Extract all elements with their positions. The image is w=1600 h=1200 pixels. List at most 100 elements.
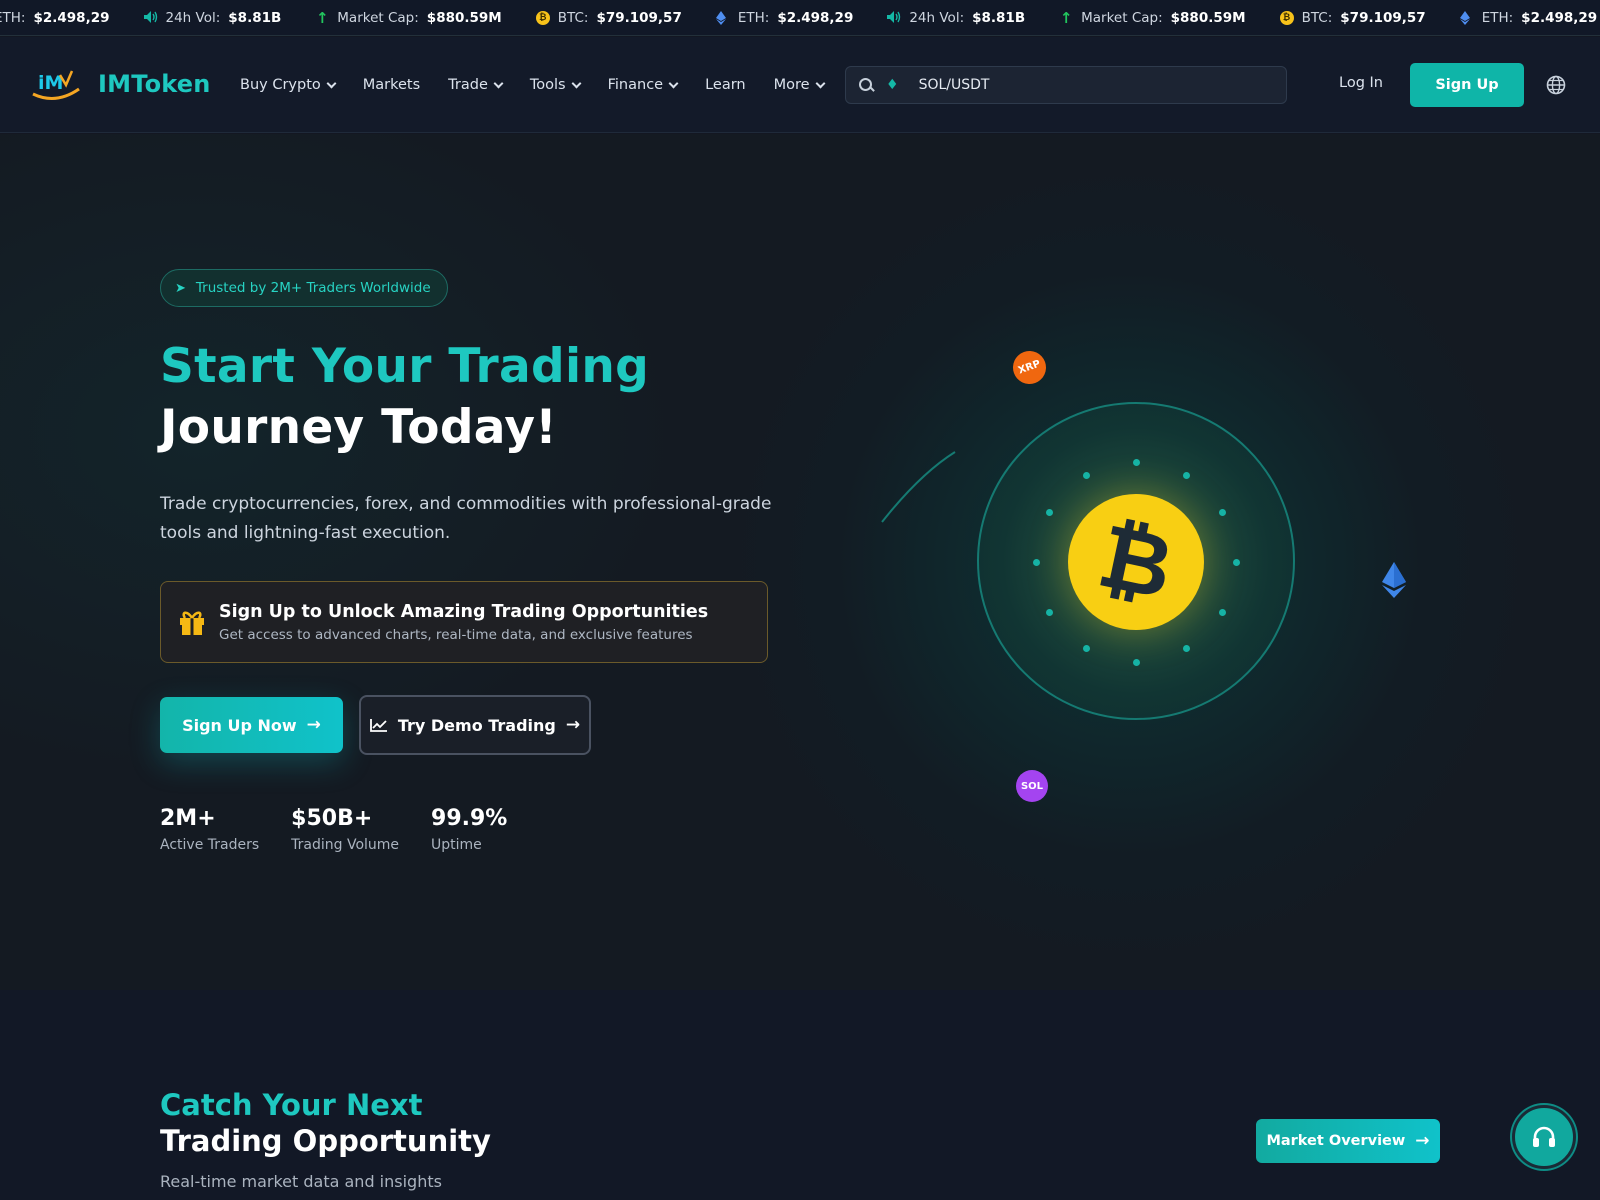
arrow-right-icon: → — [306, 715, 321, 735]
top-navbar: iM IMToken Buy Crypto Markets Trade Tools Fi… — [0, 37, 1600, 133]
stat-value: $50B+ — [291, 806, 373, 831]
nav-item-trade[interactable]: Trade — [448, 77, 504, 93]
nav-item-label: Markets — [362, 77, 421, 93]
volume-icon — [887, 11, 901, 25]
signup-promo-card[interactable]: Sign Up to Unlock Amazing Trading Opport… — [160, 581, 768, 663]
price-ticker: ETH: $2.498,29 24h Vol: $8.81B ↑ Market Cap: $… — [0, 0, 1600, 36]
stat-value: 2M+ — [160, 806, 216, 831]
support-chat-button[interactable] — [1512, 1105, 1576, 1169]
orbit-dot — [1045, 608, 1053, 616]
eth-icon — [1459, 11, 1474, 25]
arrow-right-icon: → — [1415, 1131, 1430, 1151]
nav-item-finance[interactable]: Finance — [608, 77, 679, 93]
ticker-item: ETH: $2.498,29 — [715, 10, 854, 26]
hero-title-line2: Journey Today! — [160, 400, 558, 455]
ticker-track: ETH: $2.498,29 24h Vol: $8.81B ↑ Market Cap: $… — [0, 0, 1600, 35]
sol-coin-label: SOL — [1020, 780, 1044, 792]
arrow-right-icon: → — [565, 715, 581, 735]
bitcoin-symbol: ₿ — [1090, 503, 1182, 620]
hero-stats: 2M+ Active Traders $50B+ Trading Volume … — [160, 806, 539, 853]
ticker-item: ₿ BTC: $79.109,57 — [1279, 10, 1426, 26]
section-title-line1: Catch Your Next — [160, 1088, 423, 1122]
trust-badge: ➤ Trusted by 2M+ Traders Worldwide — [160, 269, 448, 307]
nav-item-tools[interactable]: Tools — [529, 77, 582, 93]
orbit-dot — [1082, 645, 1090, 653]
globe-icon[interactable] — [1546, 75, 1566, 95]
sol-coin-icon: SOL — [1016, 770, 1048, 802]
ticker-item: ↑ Market Cap: $880.59M — [1059, 10, 1246, 26]
nav-item-label: Tools — [529, 77, 566, 93]
demo-trading-label: Try Demo Trading — [397, 715, 556, 735]
ethereum-icon — [1382, 562, 1406, 598]
section-title-line2: Trading Opportunity — [160, 1124, 491, 1158]
brand-logo[interactable]: iM IMToken — [30, 67, 211, 101]
ticker-value: $8.81B — [972, 10, 1026, 26]
orbit-dot — [1182, 471, 1190, 479]
brand-name: IMToken — [98, 70, 211, 98]
nav-item-markets[interactable]: Markets — [363, 77, 420, 93]
market-overview-button[interactable]: Market Overview → — [1256, 1119, 1440, 1163]
orbit-dot — [1032, 558, 1040, 566]
nav-item-buy-crypto[interactable]: Buy Crypto — [240, 77, 337, 93]
search-icon — [858, 77, 874, 93]
orbit-dot — [1132, 658, 1140, 666]
ticker-value: $2.498,29 — [777, 10, 854, 26]
signup-button[interactable]: Sign Up — [1410, 63, 1524, 107]
login-link[interactable]: Log In — [1339, 75, 1383, 91]
volume-icon — [143, 11, 158, 25]
ticker-value: $880.59M — [1170, 10, 1246, 26]
stat-label: Trading Volume — [291, 837, 400, 853]
section-subtitle: Real-time market data and insights — [160, 1172, 442, 1191]
gift-icon — [180, 611, 204, 635]
nav-item-learn[interactable]: Learn — [705, 77, 746, 93]
search-input[interactable] — [918, 77, 1259, 93]
ticker-label: BTC: — [1301, 10, 1333, 26]
ticker-item: 24h Vol: $8.81B — [887, 10, 1025, 26]
ticker-label: Market Cap: — [1081, 10, 1163, 26]
nav-item-label: Buy Crypto — [240, 77, 321, 93]
ticker-label: ETH: — [737, 10, 770, 26]
opportunity-section: Catch Your Next Trading Opportunity Real… — [0, 990, 1600, 1200]
ticker-item: 24h Vol: $8.81B — [143, 10, 281, 26]
nav-item-more[interactable]: More — [773, 77, 826, 93]
demo-trading-button[interactable]: Try Demo Trading → — [359, 695, 591, 755]
market-overview-label: Market Overview — [1266, 1133, 1406, 1149]
ticker-label: Market Cap: — [337, 10, 419, 26]
hero-subtitle: Trade cryptocurrencies, forex, and commo… — [160, 494, 772, 543]
orbit-dot — [1082, 471, 1090, 479]
bitcoin-coin-icon: ₿ — [1068, 494, 1204, 630]
signup-now-label: Sign Up Now — [182, 715, 297, 735]
stat-trading-volume: $50B+ Trading Volume — [291, 806, 399, 853]
stat-label: Uptime — [431, 837, 482, 853]
btc-icon: ₿ — [535, 11, 550, 25]
headset-icon — [1533, 1126, 1555, 1147]
promo-description: Get access to advanced charts, real-time… — [219, 626, 693, 643]
orbit-arc — [881, 451, 956, 523]
orbit-dot — [1219, 608, 1227, 616]
xrp-coin-label: XRP — [1016, 358, 1043, 377]
search-bar[interactable]: ♦ — [845, 66, 1287, 104]
ticker-value: $2.498,29 — [33, 10, 110, 26]
nav-item-label: Learn — [705, 77, 746, 93]
stat-value: 99.9% — [431, 806, 508, 831]
ticker-value: $2.498,29 — [1521, 10, 1598, 26]
rocket-icon: ➤ — [175, 280, 186, 296]
stat-label: Active Traders — [160, 837, 260, 853]
ticker-label: BTC: — [557, 10, 589, 26]
promo-title: Sign Up to Unlock Amazing Trading Opport… — [219, 601, 709, 622]
ticker-value: $79.109,57 — [596, 10, 682, 26]
ticker-item: ETH: $2.498,29 — [1459, 10, 1598, 26]
chevron-down-icon — [571, 78, 582, 88]
nav-item-label: More — [773, 77, 810, 93]
hero-title-line1: Start Your Trading — [160, 339, 650, 394]
ticker-item: ETH: $2.498,29 — [0, 10, 110, 26]
trust-badge-text: Trusted by 2M+ Traders Worldwide — [195, 280, 431, 296]
ticker-value: $880.59M — [426, 10, 502, 26]
ticker-label: 24h Vol: — [165, 10, 221, 26]
signup-now-button[interactable]: Sign Up Now → — [160, 697, 343, 753]
ticker-label: ETH: — [1481, 10, 1514, 26]
ticker-label: ETH: — [0, 10, 26, 26]
chevron-down-icon — [493, 78, 504, 88]
stat-active-traders: 2M+ Active Traders — [160, 806, 259, 853]
xrp-coin-icon: XRP — [1008, 346, 1051, 389]
